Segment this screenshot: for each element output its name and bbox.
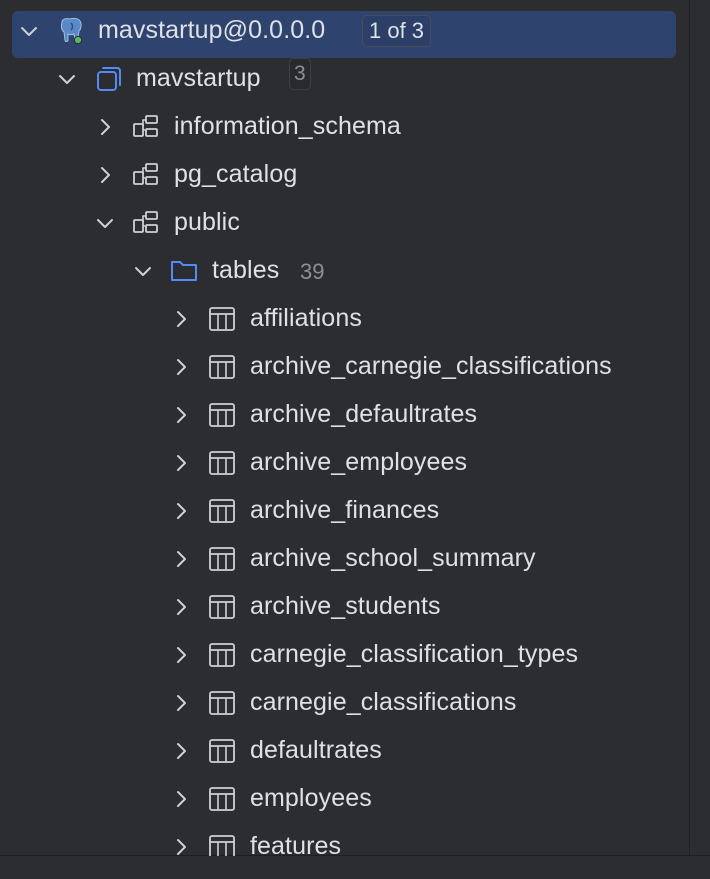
table-label: archive_school_summary (250, 544, 536, 572)
tree-node-schema[interactable]: information_schema (0, 103, 700, 151)
chevron-right-icon[interactable] (170, 356, 192, 378)
chevron-right-icon[interactable] (170, 308, 192, 330)
table-row[interactable]: affiliations (0, 295, 700, 343)
chevron-right-icon[interactable] (94, 164, 116, 186)
chevron-right-icon[interactable] (170, 740, 192, 762)
table-label: employees (250, 784, 372, 812)
table-row[interactable]: archive_school_summary (0, 535, 700, 583)
chevron-right-icon[interactable] (170, 836, 192, 856)
table-icon (209, 547, 235, 571)
table-icon (209, 307, 235, 331)
table-row[interactable]: carnegie_classification_types (0, 631, 700, 679)
table-icon (209, 739, 235, 763)
tree-node-database[interactable]: mavstartup 3 (0, 55, 700, 103)
table-icon (209, 595, 235, 619)
database-count-badge: 3 (289, 58, 311, 90)
table-label: carnegie_classifications (250, 688, 517, 716)
table-label: archive_finances (250, 496, 440, 524)
table-label: archive_defaultrates (250, 400, 478, 428)
chevron-right-icon[interactable] (170, 644, 192, 666)
bottom-border (0, 855, 710, 879)
database-label: mavstartup (136, 64, 261, 92)
tree-node-schema[interactable]: pg_catalog (0, 151, 700, 199)
table-row[interactable]: features (0, 823, 700, 856)
table-icon (209, 643, 235, 667)
table-label: archive_students (250, 592, 441, 620)
table-row[interactable]: employees (0, 775, 700, 823)
table-label: features (250, 832, 342, 856)
chevron-right-icon[interactable] (170, 500, 192, 522)
scrollbar-track[interactable] (689, 0, 700, 856)
chevron-down-icon[interactable] (132, 260, 154, 282)
table-row[interactable]: archive_employees (0, 439, 700, 487)
schema-label: public (174, 208, 240, 236)
tables-folder-label: tables (212, 256, 280, 284)
chevron-right-icon[interactable] (170, 548, 192, 570)
table-row[interactable]: archive_defaultrates (0, 391, 700, 439)
chevron-right-icon[interactable] (94, 116, 116, 138)
table-icon (209, 403, 235, 427)
connection-label: mavstartup@0.0.0.0 (98, 16, 326, 44)
table-label: archive_employees (250, 448, 468, 476)
table-label: archive_carnegie_classifications (250, 352, 612, 380)
table-icon (209, 355, 235, 379)
chevron-right-icon[interactable] (170, 692, 192, 714)
table-row[interactable]: archive_students (0, 583, 700, 631)
tree-node-schema[interactable]: public (0, 199, 700, 247)
folder-icon (171, 261, 197, 281)
schema-icon (133, 211, 158, 233)
table-row[interactable]: archive_carnegie_classifications (0, 343, 700, 391)
tree-node-tables-folder[interactable]: tables 39 (0, 247, 700, 295)
tables-count: 39 (300, 259, 325, 284)
table-label: defaultrates (250, 736, 382, 764)
table-row[interactable]: defaultrates (0, 727, 700, 775)
schema-icon (133, 163, 158, 185)
table-icon (209, 499, 235, 523)
schema-label: information_schema (174, 112, 401, 140)
chevron-right-icon[interactable] (170, 404, 192, 426)
table-icon (209, 787, 235, 811)
tree-node-connection[interactable]: mavstartup@0.0.0.0 1 of 3 (0, 6, 700, 58)
table-row[interactable]: carnegie_classifications (0, 679, 700, 727)
table-label: affiliations (250, 304, 362, 332)
postgres-elephant-icon (60, 17, 83, 45)
database-explorer-tree: mavstartup@0.0.0.0 1 of 3 mavstartup 3 i… (0, 0, 700, 856)
table-icon (209, 451, 235, 475)
chevron-down-icon[interactable] (18, 20, 40, 42)
chevron-down-icon[interactable] (56, 68, 78, 90)
database-icon (97, 67, 121, 91)
schema-icon (133, 115, 158, 137)
table-label: carnegie_classification_types (250, 640, 579, 668)
chevron-right-icon[interactable] (170, 596, 192, 618)
table-icon (209, 835, 235, 856)
chevron-right-icon[interactable] (170, 452, 192, 474)
chevron-down-icon[interactable] (94, 212, 116, 234)
table-row[interactable]: archive_finances (0, 487, 700, 535)
connection-count-badge: 1 of 3 (362, 15, 432, 47)
schema-label: pg_catalog (174, 160, 298, 188)
chevron-right-icon[interactable] (170, 788, 192, 810)
table-icon (209, 691, 235, 715)
